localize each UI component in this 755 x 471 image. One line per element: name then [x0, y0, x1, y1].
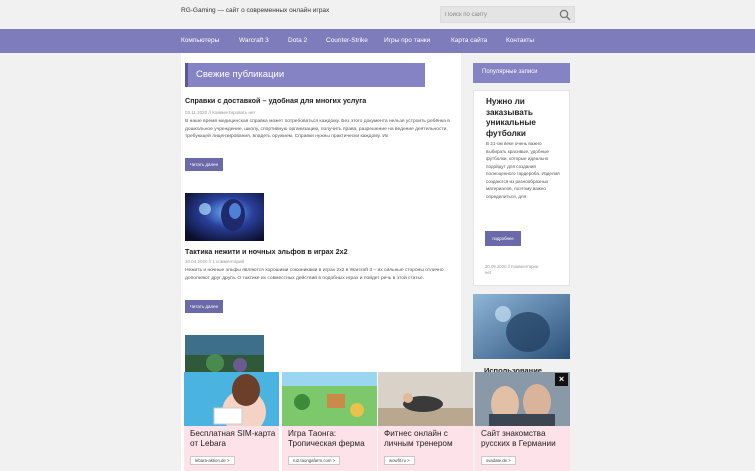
- popular-post-widget: Нужно ли заказывать уникальные футболки …: [473, 90, 570, 286]
- read-more-button[interactable]: Читать далее: [185, 300, 223, 313]
- post-meta: 30.04.2020 // 1 комментарий: [185, 259, 245, 264]
- search-box: [440, 6, 575, 23]
- sidebar-title: Популярные записи: [482, 69, 538, 75]
- ad-link[interactable]: wowfit.ru >: [384, 456, 415, 465]
- ad-card[interactable]: Фитнес онлайн с личным тренером wowfit.r…: [378, 372, 473, 471]
- ad-title[interactable]: Игра Таонга: Тропическая ферма: [288, 429, 376, 449]
- ad-close-button[interactable]: ×: [555, 373, 568, 386]
- search-input[interactable]: [445, 7, 555, 22]
- widget-more-button[interactable]: подробнее: [485, 231, 521, 246]
- nav-item-warcraft3[interactable]: Warcraft 3: [239, 37, 269, 44]
- ad-card[interactable]: Сайт знакомства русских в Германии svada…: [475, 372, 570, 471]
- ad-title[interactable]: Бесплатная SIM-карта от Lebara: [190, 429, 278, 449]
- read-more-button[interactable]: Читать далее: [185, 158, 223, 171]
- widget-post-text: В 21-ом веке очень важно выбирать красив…: [486, 141, 560, 199]
- section-title: Свежие публикации: [196, 69, 285, 80]
- ad-image: [184, 372, 279, 426]
- post-thumbnail[interactable]: [185, 193, 264, 241]
- site-title[interactable]: RG-Gaming — сайт о современных онлайн иг…: [181, 7, 329, 14]
- ad-card[interactable]: Бесплатная SIM-карта от Lebara lebara-ak…: [184, 372, 279, 471]
- ad-title[interactable]: Сайт знакомства русских в Германии: [481, 429, 569, 449]
- post-excerpt: В наше время медицинская справка может п…: [185, 119, 450, 139]
- top-bar: RG-Gaming — сайт о современных онлайн иг…: [0, 0, 755, 29]
- nav-item-dota2[interactable]: Dota 2: [288, 37, 307, 44]
- widget-post-title[interactable]: Нужно ли заказывать уникальные футболки: [486, 97, 560, 139]
- section-header: Свежие публикации: [185, 63, 425, 87]
- nav-item-tanks[interactable]: Игры про танки: [384, 37, 430, 44]
- search-icon[interactable]: [559, 9, 571, 21]
- nav-item-counter-strike[interactable]: Counter-Strike: [326, 37, 368, 44]
- ad-banner: Бесплатная SIM-карта от Lebara lebara-ak…: [184, 372, 571, 471]
- nav-item-computers[interactable]: Компьютеры: [181, 37, 219, 44]
- post-title[interactable]: Тактика нежити и ночных эльфов в играх 2…: [185, 247, 348, 256]
- ad-link[interactable]: svadate.de >: [481, 456, 516, 465]
- sidebar-image[interactable]: [473, 294, 570, 359]
- ad-card[interactable]: Игра Таонга: Тропическая ферма ru2.taong…: [282, 372, 377, 471]
- widget-post-meta: 30.09.2020 // Комментарии нет: [485, 264, 539, 275]
- sidebar-header: Популярные записи: [473, 63, 570, 83]
- ad-image: [378, 372, 473, 426]
- ad-title[interactable]: Фитнес онлайн с личным тренером: [384, 429, 472, 449]
- post-excerpt: Нежить и ночные эльфы являются хорошими …: [185, 268, 444, 281]
- post-meta: 03.11.2020 // Комментировать нет: [185, 110, 256, 115]
- ad-image: [282, 372, 377, 426]
- ad-link[interactable]: ru2.taongafarm.com >: [288, 456, 341, 465]
- ad-link[interactable]: lebara-aktion.de >: [190, 456, 235, 465]
- post-title[interactable]: Справки с доставкой – удобная для многих…: [185, 96, 366, 105]
- main-nav: Компьютеры Warcraft 3 Dota 2 Counter-Str…: [0, 29, 755, 53]
- nav-item-sitemap[interactable]: Карта сайта: [451, 37, 487, 44]
- nav-item-contacts[interactable]: Контакты: [506, 37, 534, 44]
